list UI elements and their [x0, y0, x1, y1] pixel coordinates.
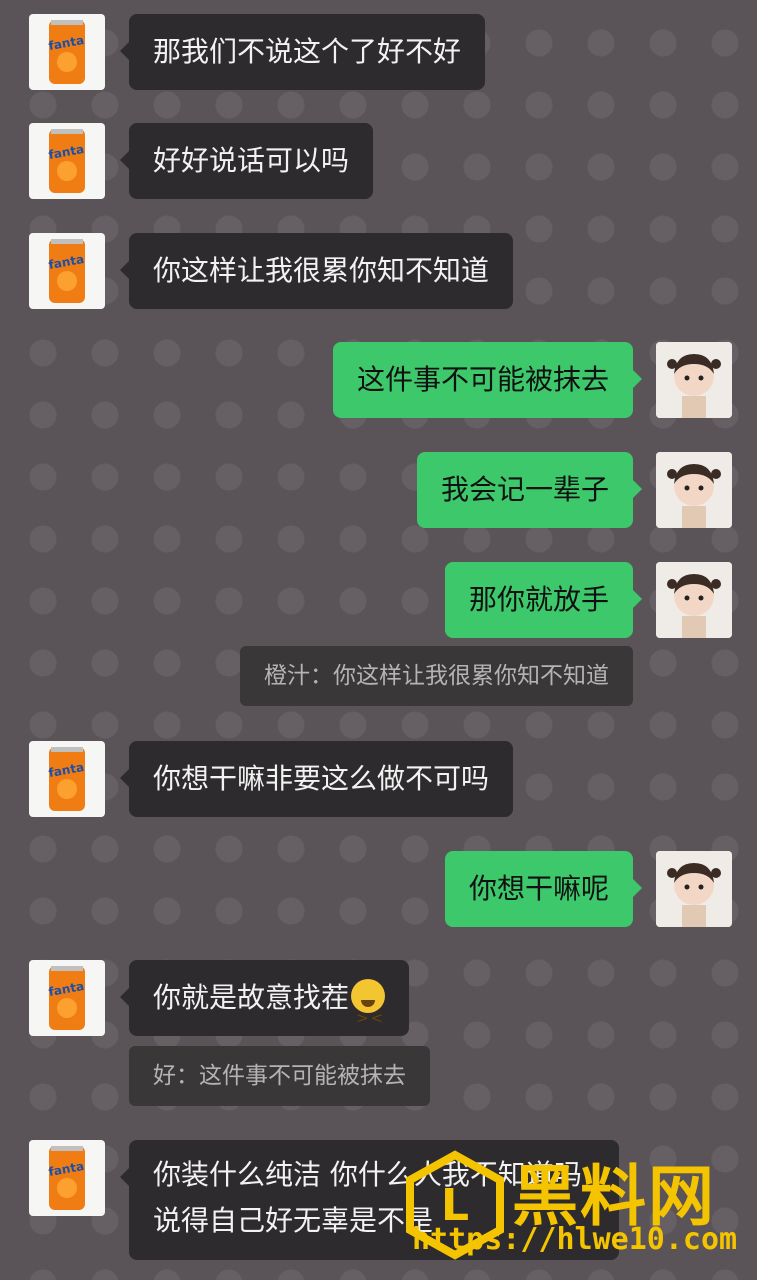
- fanta-avatar[interactable]: fanta: [29, 960, 105, 1036]
- message-bubble-incoming[interactable]: 你就是故意找茬: [119, 960, 410, 1056]
- girl-avatar[interactable]: [656, 452, 732, 528]
- baby-girl-photo-icon: [656, 342, 732, 418]
- fanta-can-icon: fanta: [48, 129, 85, 193]
- message-bubble-outgoing[interactable]: 这件事不可能被抹去: [332, 342, 643, 418]
- fanta-avatar[interactable]: fanta: [29, 123, 105, 199]
- squint-crying-emoji-icon: [351, 979, 385, 1056]
- message-bubble-outgoing[interactable]: 你想干嘛呢: [444, 851, 643, 927]
- message-bubble-incoming[interactable]: 你这样让我很累你知不知道: [119, 233, 514, 309]
- watermark-url: https://hlwe10.com: [412, 1222, 738, 1257]
- message-bubble-outgoing[interactable]: 那你就放手: [444, 562, 643, 638]
- girl-avatar[interactable]: [656, 562, 732, 638]
- baby-girl-photo-icon: [656, 851, 732, 927]
- message-bubble-incoming[interactable]: 你想干嘛非要这么做不可吗: [119, 741, 514, 817]
- fanta-can-icon: fanta: [48, 747, 85, 811]
- girl-avatar[interactable]: [656, 851, 732, 927]
- fanta-can-icon: fanta: [48, 239, 85, 303]
- fanta-avatar[interactable]: fanta: [29, 1140, 105, 1216]
- fanta-avatar[interactable]: fanta: [29, 741, 105, 817]
- quoted-reply[interactable]: 橙汁：你这样让我很累你知不知道: [240, 646, 633, 706]
- message-bubble-outgoing[interactable]: 我会记一辈子: [416, 452, 643, 528]
- girl-avatar[interactable]: [656, 342, 732, 418]
- fanta-can-icon: fanta: [48, 966, 85, 1030]
- baby-girl-photo-icon: [656, 562, 732, 638]
- baby-girl-photo-icon: [656, 452, 732, 528]
- quoted-reply[interactable]: 好：这件事不可能被抹去: [129, 1046, 430, 1106]
- fanta-can-icon: fanta: [48, 20, 85, 84]
- message-bubble-incoming[interactable]: 好好说话可以吗: [119, 123, 374, 199]
- message-bubble-incoming[interactable]: 那我们不说这个了好不好: [119, 14, 486, 90]
- fanta-avatar[interactable]: fanta: [29, 233, 105, 309]
- fanta-can-icon: fanta: [48, 1146, 85, 1210]
- message-text: 你就是故意找茬: [153, 981, 350, 1014]
- fanta-avatar[interactable]: fanta: [29, 14, 105, 90]
